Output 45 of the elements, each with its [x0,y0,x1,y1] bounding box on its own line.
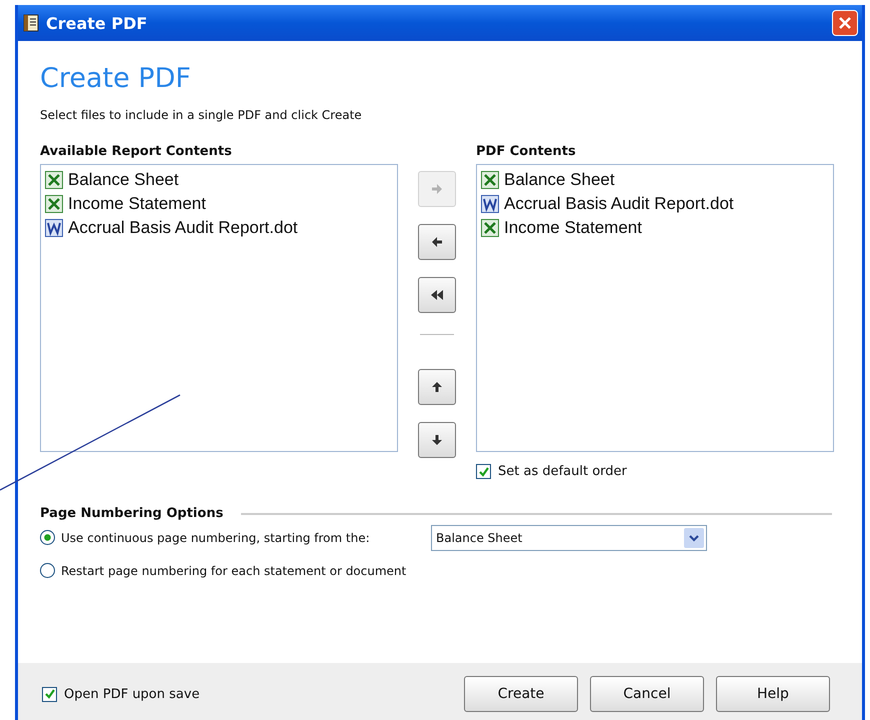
double-arrow-icon [430,288,444,302]
arrow-icon [430,235,444,249]
dialog-heading: Create PDF [40,63,192,94]
dialog-button[interactable]: Create [464,676,578,712]
move-button[interactable] [418,369,456,405]
arrow-icon [430,380,444,394]
section-title: Page Numbering Options [40,506,224,521]
dropdown[interactable]: Balance Sheet [431,524,707,550]
list-item[interactable]: Accrual Basis Audit Report.dot [45,216,393,240]
document-icon [45,219,63,237]
arrow-icon [430,182,444,196]
close-button[interactable] [832,10,858,36]
checkmark-icon [478,466,490,478]
radio-button[interactable] [40,530,55,545]
checkbox[interactable] [476,464,491,479]
list-label: PDF Contents [476,144,577,161]
radio-label: Restart page numbering for each statement or document [61,564,408,578]
list-item[interactable]: Accrual Basis Audit Report.dot [481,192,829,216]
document-icon [481,195,499,213]
spreadsheet-icon [481,219,499,237]
arrow-icon [430,433,444,447]
move-button[interactable] [418,224,456,260]
checkbox-label: Open PDF upon save [64,686,200,702]
checkmark-icon [44,688,56,700]
spreadsheet-icon [45,195,63,213]
list-label: Available Report Contents [40,144,233,161]
chevron-down-icon [688,532,700,542]
spreadsheet-icon [45,171,63,189]
window-title: Create PDF [46,14,148,32]
list-item[interactable]: Income Statement [45,192,393,216]
radio-button[interactable] [40,563,55,578]
book-icon [22,14,40,32]
radio-label: Use continuous page numbering, starting from the: [61,530,371,544]
checkbox[interactable] [42,686,57,702]
list-item[interactable]: Balance Sheet [45,168,393,192]
spreadsheet-icon [481,171,499,189]
close-icon [838,16,852,30]
dialog-button[interactable]: Help [716,676,830,712]
move-button[interactable] [418,277,456,313]
move-button[interactable] [418,422,456,458]
dialog-button[interactable]: Cancel [590,676,704,712]
checkbox-label: Set as default order [498,464,627,479]
list-item[interactable]: Balance Sheet [481,168,829,192]
instructions-text: Select files to include in a single PDF and click Create [40,108,363,122]
list-item[interactable]: Income Statement [481,216,829,240]
